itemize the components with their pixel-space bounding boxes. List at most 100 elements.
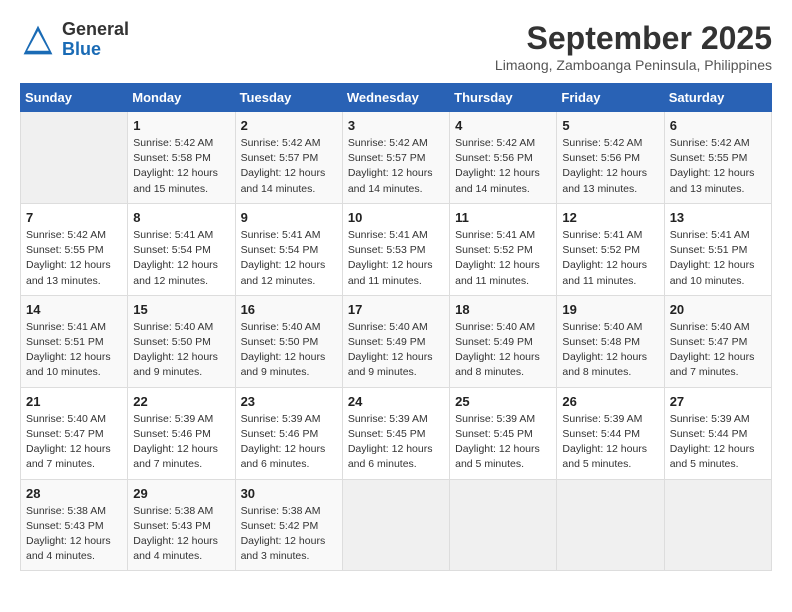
day-info: Sunrise: 5:39 AM Sunset: 5:46 PM Dayligh… [241,412,337,473]
day-number: 15 [133,302,229,317]
day-cell [664,479,771,571]
day-cell: 27 Sunrise: 5:39 AM Sunset: 5:44 PM Dayli… [664,387,771,479]
day-number: 19 [562,302,658,317]
day-cell: 19Sunrise: 5:40 AM Sunset: 5:48 PM Dayli… [557,295,664,387]
day-cell: 12 Sunrise: 5:41 AM Sunset: 5:52 PM Dayli… [557,203,664,295]
day-cell: 5Sunrise: 5:42 AM Sunset: 5:56 PM Daylig… [557,112,664,204]
day-cell: 6 Sunrise: 5:42 AM Sunset: 5:55 PM Daylig… [664,112,771,204]
day-number: 12 [562,210,658,225]
day-info: Sunrise: 5:39 AM Sunset: 5:44 PM Dayligh… [562,412,658,473]
header-cell-thursday: Thursday [450,84,557,112]
day-info: Sunrise: 5:42 AM Sunset: 5:55 PM Dayligh… [670,136,766,197]
day-number: 3 [348,118,444,133]
week-row-5: 28 Sunrise: 5:38 AM Sunset: 5:43 PM Dayli… [21,479,772,571]
header-cell-wednesday: Wednesday [342,84,449,112]
day-cell: 26 Sunrise: 5:39 AM Sunset: 5:44 PM Dayli… [557,387,664,479]
day-cell: 15 Sunrise: 5:40 AM Sunset: 5:50 PM Dayli… [128,295,235,387]
day-info: Sunrise: 5:38 AM Sunset: 5:43 PM Dayligh… [26,504,122,565]
day-info: Sunrise: 5:38 AM Sunset: 5:42 PM Dayligh… [241,504,337,565]
header-row: SundayMondayTuesdayWednesdayThursdayFrid… [21,84,772,112]
day-info: Sunrise: 5:41 AM Sunset: 5:51 PM Dayligh… [26,320,122,381]
day-cell: 21Sunrise: 5:40 AM Sunset: 5:47 PM Dayli… [21,387,128,479]
day-info: Sunrise: 5:38 AM Sunset: 5:43 PM Dayligh… [133,504,229,565]
day-info: Sunrise: 5:42 AM Sunset: 5:55 PM Dayligh… [26,228,122,289]
day-cell: 10 Sunrise: 5:41 AM Sunset: 5:53 PM Dayli… [342,203,449,295]
day-cell: 25 Sunrise: 5:39 AM Sunset: 5:45 PM Dayli… [450,387,557,479]
day-info: Sunrise: 5:39 AM Sunset: 5:45 PM Dayligh… [455,412,551,473]
day-cell: 4 Sunrise: 5:42 AM Sunset: 5:56 PM Daylig… [450,112,557,204]
day-number: 2 [241,118,337,133]
day-number: 6 [670,118,766,133]
day-info: Sunrise: 5:39 AM Sunset: 5:44 PM Dayligh… [670,412,766,473]
day-number: 30 [241,486,337,501]
day-number: 8 [133,210,229,225]
day-cell: 14Sunrise: 5:41 AM Sunset: 5:51 PM Dayli… [21,295,128,387]
day-info: Sunrise: 5:41 AM Sunset: 5:53 PM Dayligh… [348,228,444,289]
day-number: 1 [133,118,229,133]
day-number: 10 [348,210,444,225]
day-number: 5 [562,118,658,133]
day-cell: 9 Sunrise: 5:41 AM Sunset: 5:54 PM Daylig… [235,203,342,295]
header-cell-tuesday: Tuesday [235,84,342,112]
day-number: 4 [455,118,551,133]
day-cell: 30 Sunrise: 5:38 AM Sunset: 5:42 PM Dayli… [235,479,342,571]
title-block: September 2025 Limaong, Zamboanga Penins… [495,20,772,73]
day-info: Sunrise: 5:41 AM Sunset: 5:54 PM Dayligh… [133,228,229,289]
calendar-table: SundayMondayTuesdayWednesdayThursdayFrid… [20,83,772,571]
day-cell: 29 Sunrise: 5:38 AM Sunset: 5:43 PM Dayli… [128,479,235,571]
day-number: 22 [133,394,229,409]
day-info: Sunrise: 5:39 AM Sunset: 5:46 PM Dayligh… [133,412,229,473]
day-number: 23 [241,394,337,409]
day-cell [342,479,449,571]
day-cell: 18Sunrise: 5:40 AM Sunset: 5:49 PM Dayli… [450,295,557,387]
day-number: 16 [241,302,337,317]
day-number: 25 [455,394,551,409]
day-info: Sunrise: 5:40 AM Sunset: 5:47 PM Dayligh… [670,320,766,381]
month-title: September 2025 [495,20,772,57]
logo: General Blue [20,20,129,60]
day-number: 13 [670,210,766,225]
day-cell: 17 Sunrise: 5:40 AM Sunset: 5:49 PM Dayli… [342,295,449,387]
day-number: 24 [348,394,444,409]
day-info: Sunrise: 5:41 AM Sunset: 5:54 PM Dayligh… [241,228,337,289]
day-cell: 20Sunrise: 5:40 AM Sunset: 5:47 PM Dayli… [664,295,771,387]
day-cell: 22 Sunrise: 5:39 AM Sunset: 5:46 PM Dayli… [128,387,235,479]
day-number: 11 [455,210,551,225]
header-cell-monday: Monday [128,84,235,112]
day-number: 26 [562,394,658,409]
day-info: Sunrise: 5:40 AM Sunset: 5:49 PM Dayligh… [455,320,551,381]
day-cell: 3Sunrise: 5:42 AM Sunset: 5:57 PM Daylig… [342,112,449,204]
day-number: 28 [26,486,122,501]
day-cell [450,479,557,571]
day-number: 29 [133,486,229,501]
day-cell [21,112,128,204]
week-row-1: 1Sunrise: 5:42 AM Sunset: 5:58 PM Daylig… [21,112,772,204]
day-info: Sunrise: 5:41 AM Sunset: 5:51 PM Dayligh… [670,228,766,289]
day-number: 9 [241,210,337,225]
header-cell-saturday: Saturday [664,84,771,112]
day-info: Sunrise: 5:41 AM Sunset: 5:52 PM Dayligh… [455,228,551,289]
day-info: Sunrise: 5:41 AM Sunset: 5:52 PM Dayligh… [562,228,658,289]
day-cell: 7Sunrise: 5:42 AM Sunset: 5:55 PM Daylig… [21,203,128,295]
day-cell: 16 Sunrise: 5:40 AM Sunset: 5:50 PM Dayli… [235,295,342,387]
day-info: Sunrise: 5:40 AM Sunset: 5:49 PM Dayligh… [348,320,444,381]
location: Limaong, Zamboanga Peninsula, Philippine… [495,57,772,73]
calendar-body: 1Sunrise: 5:42 AM Sunset: 5:58 PM Daylig… [21,112,772,571]
header-cell-sunday: Sunday [21,84,128,112]
logo-icon [20,22,56,58]
day-number: 17 [348,302,444,317]
day-info: Sunrise: 5:42 AM Sunset: 5:57 PM Dayligh… [241,136,337,197]
day-number: 27 [670,394,766,409]
day-info: Sunrise: 5:40 AM Sunset: 5:50 PM Dayligh… [133,320,229,381]
day-cell: 1Sunrise: 5:42 AM Sunset: 5:58 PM Daylig… [128,112,235,204]
logo-text: General Blue [62,20,129,60]
week-row-3: 14Sunrise: 5:41 AM Sunset: 5:51 PM Dayli… [21,295,772,387]
day-info: Sunrise: 5:39 AM Sunset: 5:45 PM Dayligh… [348,412,444,473]
calendar-header: SundayMondayTuesdayWednesdayThursdayFrid… [21,84,772,112]
week-row-2: 7Sunrise: 5:42 AM Sunset: 5:55 PM Daylig… [21,203,772,295]
day-info: Sunrise: 5:40 AM Sunset: 5:50 PM Dayligh… [241,320,337,381]
logo-blue: Blue [62,39,101,59]
header-cell-friday: Friday [557,84,664,112]
day-number: 21 [26,394,122,409]
day-info: Sunrise: 5:42 AM Sunset: 5:56 PM Dayligh… [455,136,551,197]
